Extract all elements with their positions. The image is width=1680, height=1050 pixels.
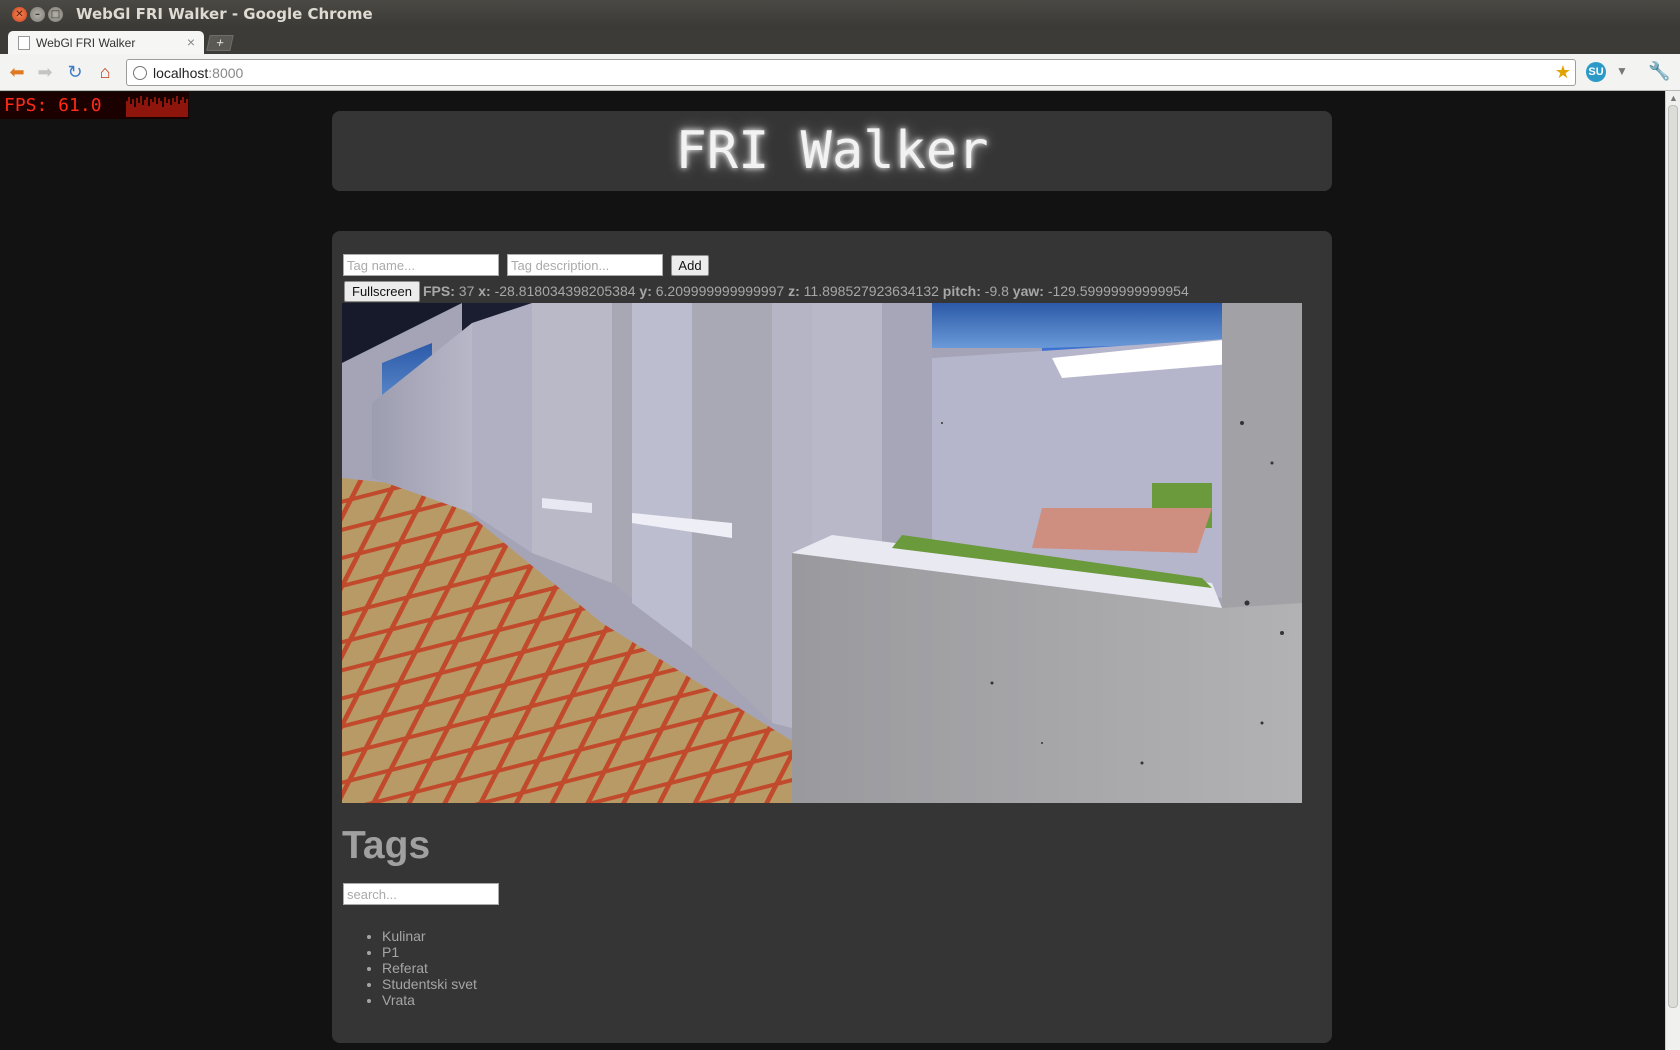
- camera-status: FPS: 37 x: -28.818034398205384 y: 6.2099…: [423, 283, 1189, 299]
- bookmark-star-icon[interactable]: ★: [1555, 62, 1571, 83]
- window-titlebar[interactable]: ✕ – □ WebGl FRI Walker - Google Chrome: [0, 0, 1680, 29]
- minimize-window-icon[interactable]: –: [30, 7, 45, 22]
- vertical-scrollbar[interactable]: ▲: [1665, 91, 1680, 1050]
- yaw-value: -129.59999999999954: [1047, 283, 1189, 299]
- url-text: localhost:8000: [153, 65, 243, 81]
- url-host: localhost: [153, 65, 209, 81]
- x-value: -28.818034398205384: [494, 283, 636, 299]
- pitch-label: pitch:: [942, 283, 981, 299]
- fps-value: 37: [458, 283, 475, 299]
- home-icon[interactable]: ⌂: [94, 62, 116, 82]
- address-bar[interactable]: localhost:8000 ★: [126, 59, 1576, 86]
- stumbleupon-extension-icon[interactable]: SU: [1586, 62, 1606, 82]
- tag-search-input[interactable]: [343, 883, 499, 905]
- tag-item-referat[interactable]: Referat: [382, 960, 477, 976]
- header-panel: FRI Walker: [332, 111, 1332, 191]
- back-arrow-icon[interactable]: ⬅: [6, 62, 28, 82]
- tag-name-input[interactable]: [343, 254, 499, 276]
- tag-item-kulinar[interactable]: Kulinar: [382, 928, 477, 944]
- window-title: WebGl FRI Walker - Google Chrome: [76, 5, 373, 23]
- fps-graph: [126, 96, 188, 117]
- webgl-canvas[interactable]: [342, 303, 1302, 803]
- tab-label: WebGl FRI Walker: [36, 36, 136, 50]
- close-tab-icon[interactable]: ×: [187, 34, 195, 50]
- yaw-label: yaw:: [1012, 283, 1044, 299]
- pitch-value: -9.8: [984, 283, 1009, 299]
- globe-icon: [133, 66, 147, 80]
- fps-stats-overlay: FPS: 61.0: [0, 92, 189, 119]
- browser-toolbar: ⬅ ➡ ↻ ⌂ localhost:8000 ★ SU ▼ 🔧: [0, 54, 1680, 91]
- tab-strip: WebGl FRI Walker × +: [0, 29, 1680, 55]
- z-value: 11.898527923634132: [803, 283, 939, 299]
- close-window-icon[interactable]: ✕: [12, 7, 27, 22]
- new-tab-button[interactable]: +: [206, 35, 234, 51]
- url-port: :8000: [208, 65, 244, 81]
- tag-description-input[interactable]: [507, 254, 663, 276]
- main-panel: Add Fullscreen FPS: 37 x: -28.8180343982…: [332, 231, 1332, 1043]
- fps-stats-text: FPS: 61.0: [4, 95, 102, 116]
- reload-icon[interactable]: ↻: [64, 62, 86, 82]
- z-label: z:: [788, 283, 800, 299]
- maximize-window-icon[interactable]: □: [48, 7, 63, 22]
- scroll-up-arrow-icon[interactable]: ▲: [1669, 93, 1678, 103]
- fullscreen-button[interactable]: Fullscreen: [344, 281, 420, 302]
- scroll-thumb[interactable]: [1668, 105, 1678, 1008]
- y-label: y:: [639, 283, 652, 299]
- page-icon: [18, 36, 30, 50]
- tag-item-vrata[interactable]: Vrata: [382, 992, 477, 1008]
- forward-arrow-icon[interactable]: ➡: [34, 62, 56, 82]
- page-viewport: FPS: 61.0 FRI Walker Add Fullscreen FPS:…: [0, 91, 1680, 1050]
- x-label: x:: [478, 283, 491, 299]
- tag-list: Kulinar P1 Referat Studentski svet Vrata: [382, 928, 477, 1008]
- page-title: FRI Walker: [675, 121, 989, 181]
- add-tag-button[interactable]: Add: [671, 255, 709, 276]
- fps-label: FPS:: [423, 283, 455, 299]
- tags-heading: Tags: [342, 824, 431, 867]
- y-value: 6.209999999999997: [655, 283, 785, 299]
- tag-item-p1[interactable]: P1: [382, 944, 477, 960]
- tab-webgl-fri-walker[interactable]: WebGl FRI Walker ×: [8, 31, 204, 55]
- tag-item-studentski-svet[interactable]: Studentski svet: [382, 976, 477, 992]
- chevron-down-icon[interactable]: ▼: [1616, 64, 1628, 78]
- wrench-icon[interactable]: 🔧: [1648, 61, 1670, 82]
